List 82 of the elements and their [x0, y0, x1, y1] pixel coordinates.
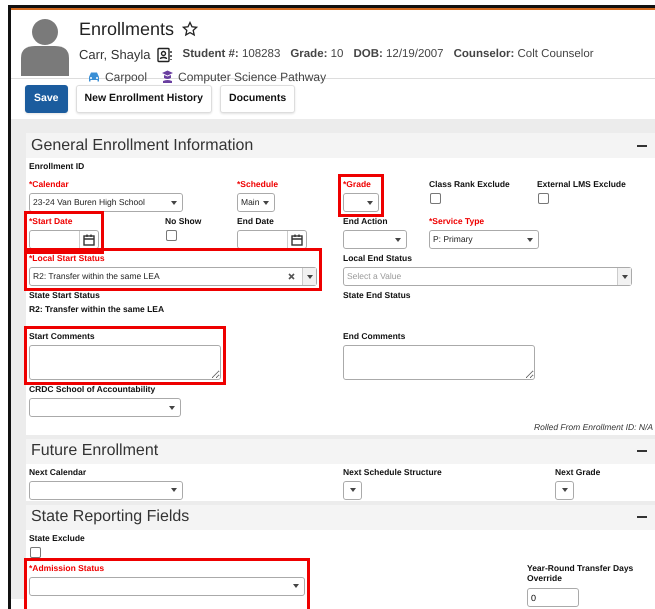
field-label: Local End Status [343, 253, 413, 264]
field-label: *Local Start Status [29, 253, 106, 264]
field-label: Start Comments [29, 331, 96, 342]
tag-label: Carpool [105, 68, 148, 86]
tag-label: Computer Science Pathway [178, 68, 326, 86]
checkbox[interactable] [538, 193, 549, 204]
caret-icon [169, 406, 175, 410]
calendar-icon[interactable] [291, 234, 303, 246]
select-field[interactable] [343, 230, 407, 249]
clear-icon[interactable] [288, 273, 295, 280]
section-title: General Enrollment Information [31, 136, 254, 156]
date-field[interactable] [237, 230, 307, 249]
calendar-icon[interactable] [83, 234, 95, 246]
section-title: Future Enrollment [31, 441, 158, 462]
page-title: Enrollments [79, 18, 174, 40]
graduate-icon [161, 70, 174, 83]
field-value: R2: Transfer within the same LEA [29, 304, 164, 314]
caret-icon [263, 200, 269, 204]
field-label: *Admission Status [29, 562, 106, 574]
select-field[interactable] [29, 398, 181, 417]
field-label: Class Rank Exclude [429, 179, 510, 190]
select-field[interactable] [343, 480, 362, 500]
field-label: External LMS Exclude [537, 179, 626, 190]
caret-icon [293, 584, 299, 588]
select-field[interactable]: P: Primary [429, 230, 539, 249]
star-icon[interactable] [182, 21, 198, 37]
field-label: End Action [343, 216, 389, 227]
field-label: *Calendar [29, 179, 70, 190]
field-label: Year-Round Transfer Days Override [527, 562, 634, 583]
caret-icon [171, 488, 177, 492]
select-field[interactable] [29, 480, 183, 500]
collapse-icon[interactable] [637, 516, 647, 518]
student-fact: DOB: 12/19/2007 [353, 47, 444, 62]
caret-icon [171, 200, 177, 204]
student-fact: Grade: 10 [290, 47, 344, 62]
select-field[interactable] [555, 480, 574, 500]
field-label: Next Grade [555, 466, 600, 478]
field-label: *Schedule [237, 179, 278, 190]
section-title: State Reporting Fields [31, 507, 190, 528]
field-label: End Comments [343, 331, 406, 342]
caret-icon [367, 200, 373, 204]
student-fact: Student #: 108283 [182, 47, 280, 62]
caret-icon [527, 238, 533, 242]
field-label: State End Status [343, 290, 411, 301]
select-field[interactable]: Main [237, 193, 275, 212]
checkbox[interactable] [30, 546, 41, 558]
field-label: End Date [237, 216, 275, 227]
field-label: State Start Status [29, 290, 101, 301]
toolbar-button[interactable]: New Enrollment History [76, 85, 212, 113]
caret-icon [622, 274, 628, 278]
rolled-from-note: Rolled From Enrollment ID: N/A [532, 421, 654, 434]
field-label: *Service Type [429, 216, 486, 227]
field-label: *Grade [343, 179, 372, 190]
select-field[interactable] [29, 576, 305, 596]
car-icon [87, 70, 101, 82]
save-button[interactable]: Save [25, 85, 68, 113]
caret-icon [306, 274, 312, 278]
caret-icon [395, 238, 401, 242]
comment-field[interactable] [29, 345, 221, 380]
contact-card-icon[interactable] [156, 46, 173, 63]
field-label: State Exclude [29, 532, 85, 544]
field-label: Enrollment ID [29, 161, 84, 172]
field-label: Next Calendar [29, 466, 88, 478]
collapse-icon[interactable] [637, 450, 647, 452]
field-label: Next Schedule Structure [343, 466, 442, 478]
avatar-icon [21, 18, 69, 76]
student-fact: Counselor: Colt Counselor [454, 47, 594, 62]
checkbox[interactable] [166, 230, 177, 241]
caret-icon [350, 488, 356, 492]
student-name: Carr, Shayla [79, 46, 151, 64]
comment-field[interactable] [343, 345, 535, 380]
field-label: CRDC School of Accountability [29, 384, 156, 395]
field-label: No Show [165, 216, 202, 227]
checkbox[interactable] [430, 193, 441, 204]
toolbar-button[interactable]: Documents [220, 85, 296, 113]
select-field[interactable]: 23-24 Van Buren High School [29, 193, 183, 212]
field-label: *Start Date [29, 216, 74, 227]
combo-field[interactable]: R2: Transfer within the same LEA [29, 267, 317, 286]
caret-icon [562, 488, 568, 492]
select-field[interactable] [343, 193, 379, 212]
number-field[interactable]: 0 [527, 588, 579, 608]
date-field[interactable] [29, 230, 99, 249]
